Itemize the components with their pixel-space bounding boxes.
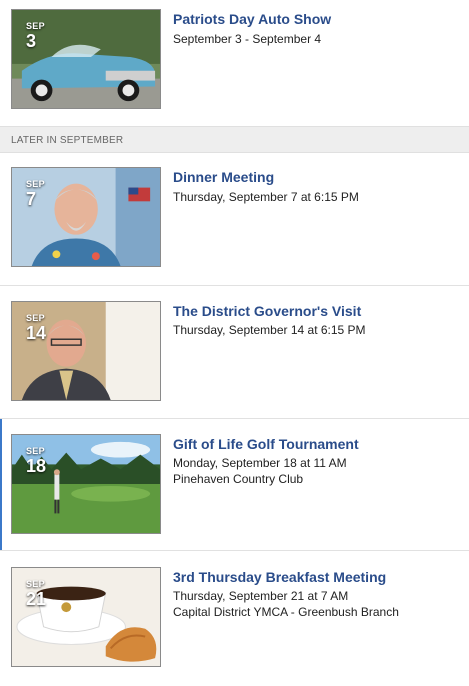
event-title[interactable]: Dinner Meeting <box>173 169 274 185</box>
event-title[interactable]: The District Governor's Visit <box>173 303 361 319</box>
event-item-auto-show[interactable]: SEP 3 Patriots Day Auto Show September 3… <box>0 0 469 126</box>
event-item-breakfast-meeting[interactable]: SEP 21 3rd Thursday Breakfast Meeting Th… <box>0 551 469 686</box>
event-when: September 3 - September 4 <box>173 32 322 46</box>
event-thumbnail[interactable]: SEP 7 <box>11 167 161 267</box>
event-title[interactable]: Patriots Day Auto Show <box>173 11 331 27</box>
date-month: SEP <box>26 446 45 456</box>
section-header-label: LATER IN SEPTEMBER <box>11 135 124 146</box>
event-when: Monday, September 18 at 11 AM <box>173 456 347 470</box>
date-day: 14 <box>26 323 47 343</box>
date-badge: SEP 18 <box>26 446 47 476</box>
event-location: Capital District YMCA - Greenbush Branch <box>173 605 399 619</box>
event-title[interactable]: Gift of Life Golf Tournament <box>173 436 359 452</box>
date-month: SEP <box>26 579 45 589</box>
event-thumbnail[interactable]: SEP 3 <box>11 9 161 109</box>
event-when: Thursday, September 7 at 6:15 PM <box>173 190 359 204</box>
section-header-later-in-september: LATER IN SEPTEMBER <box>0 126 469 153</box>
event-when: Thursday, September 14 at 6:15 PM <box>173 323 366 337</box>
date-day: 7 <box>26 189 37 209</box>
event-item-district-governor-visit[interactable]: SEP 14 The District Governor's Visit Thu… <box>0 286 469 418</box>
event-item-dinner-meeting[interactable]: SEP 7 Dinner Meeting Thursday, September… <box>0 153 469 285</box>
event-location: Pinehaven Country Club <box>173 472 304 486</box>
date-badge: SEP 7 <box>26 179 45 209</box>
event-title[interactable]: 3rd Thursday Breakfast Meeting <box>173 569 386 585</box>
date-month: SEP <box>26 313 45 323</box>
date-month: SEP <box>26 179 45 189</box>
active-indicator <box>0 419 2 550</box>
date-day: 21 <box>26 589 47 609</box>
date-month: SEP <box>26 21 45 31</box>
event-thumbnail[interactable]: SEP 18 <box>11 434 161 534</box>
date-day: 3 <box>26 31 37 51</box>
event-thumbnail[interactable]: SEP 21 <box>11 567 161 667</box>
event-thumbnail[interactable]: SEP 14 <box>11 301 161 401</box>
event-when: Thursday, September 21 at 7 AM <box>173 589 349 603</box>
date-day: 18 <box>26 456 47 476</box>
date-badge: SEP 21 <box>26 579 47 609</box>
date-badge: SEP 3 <box>26 21 45 51</box>
event-item-golf-tournament[interactable]: SEP 18 Gift of Life Golf Tournament Mond… <box>0 419 469 550</box>
date-badge: SEP 14 <box>26 313 47 343</box>
